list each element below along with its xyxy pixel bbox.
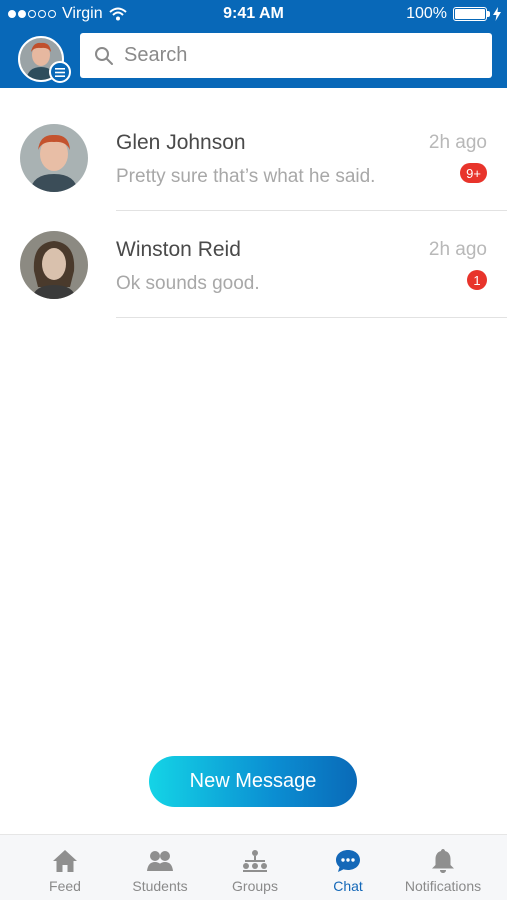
tab-label: Notifications xyxy=(404,878,482,894)
new-message-button[interactable]: New Message xyxy=(149,756,357,807)
tab-feed[interactable]: Feed xyxy=(34,835,96,901)
tab-label: Students xyxy=(132,878,188,894)
conversation-list: Glen Johnson Pretty sure that’s what he … xyxy=(0,104,507,318)
chat-icon xyxy=(336,850,360,872)
message-time: 2h ago xyxy=(428,239,487,260)
tab-bar: Feed Students Groups Chat Notifications xyxy=(0,834,507,900)
menu-icon[interactable] xyxy=(49,61,71,83)
contact-name: Winston Reid xyxy=(116,238,241,261)
tab-label: Feed xyxy=(49,878,81,894)
tab-label: Groups xyxy=(232,878,278,894)
tab-notifications[interactable]: Notifications xyxy=(400,835,486,901)
contact-name: Glen Johnson xyxy=(116,131,246,154)
unread-badge: 1 xyxy=(467,270,487,290)
row-divider xyxy=(116,317,507,318)
contact-avatar xyxy=(20,231,88,299)
search-icon xyxy=(95,46,113,65)
group-icon xyxy=(243,850,267,872)
search-placeholder: Search xyxy=(124,44,188,66)
battery-percent: 100% xyxy=(406,5,447,22)
bell-icon xyxy=(432,849,454,873)
search-input[interactable]: Search xyxy=(80,33,492,78)
battery-icon xyxy=(453,7,490,21)
charging-icon xyxy=(493,7,501,21)
contact-avatar xyxy=(20,124,88,192)
conversation-row[interactable]: Winston Reid Ok sounds good. 2h ago 1 xyxy=(0,211,507,318)
message-time: 2h ago xyxy=(428,132,487,153)
status-bar: Virgin 9:41 AM 100% xyxy=(0,0,507,28)
message-preview: Pretty sure that’s what he said. xyxy=(116,166,376,187)
unread-badge: 9+ xyxy=(460,163,487,183)
people-icon xyxy=(147,851,173,871)
tab-label: Chat xyxy=(333,878,363,894)
tab-chat[interactable]: Chat xyxy=(320,835,376,901)
home-icon xyxy=(53,850,77,872)
message-preview: Ok sounds good. xyxy=(116,273,260,294)
tab-groups[interactable]: Groups xyxy=(224,835,286,901)
conversation-row[interactable]: Glen Johnson Pretty sure that’s what he … xyxy=(0,104,507,211)
tab-students[interactable]: Students xyxy=(128,835,192,901)
